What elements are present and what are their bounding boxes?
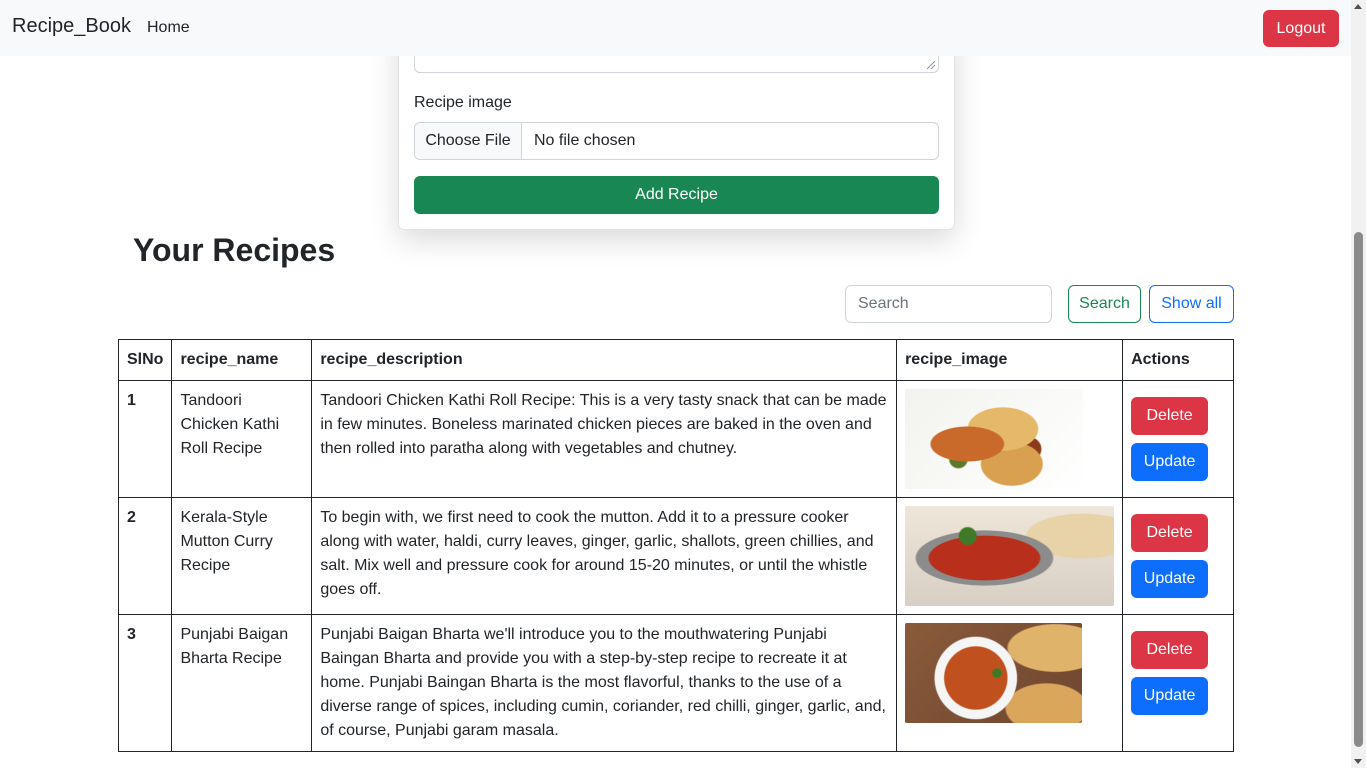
table-row: 1 Tandoori Chicken Kathi Roll Recipe Tan… (117, 380, 1234, 498)
add-recipe-button[interactable]: Add Recipe (414, 176, 939, 214)
row-recipe-image-cell (896, 380, 1124, 498)
row-actions: Delete Update (1122, 380, 1234, 498)
file-status-text: No file chosen (534, 132, 636, 149)
scroll-up-arrow-icon[interactable] (1354, 4, 1362, 9)
navbar: Recipe_Book Home Logout (0, 0, 1351, 56)
row-recipe-name: Tandoori Chicken Kathi Roll Recipe (171, 380, 313, 498)
delete-button[interactable]: Delete (1131, 514, 1209, 552)
resize-grip-icon[interactable] (927, 61, 935, 69)
row-recipe-description: Punjabi Baigan Bharta we'll introduce yo… (311, 614, 898, 752)
update-button[interactable]: Update (1131, 443, 1209, 481)
recipe-image-label: Recipe image (414, 94, 512, 111)
row-recipe-name: Kerala-Style Mutton Curry Recipe (171, 497, 313, 615)
scroll-down-arrow-icon[interactable] (1354, 759, 1362, 764)
delete-button[interactable]: Delete (1131, 631, 1209, 669)
row-slno: 3 (117, 614, 173, 752)
scroll-thumb[interactable] (1354, 232, 1363, 747)
header-recipe-image: recipe_image (896, 339, 1124, 381)
page-title: Your Recipes (133, 232, 336, 268)
update-button[interactable]: Update (1131, 677, 1209, 715)
recipe-image (905, 623, 1083, 723)
recipe-image (905, 389, 1084, 489)
row-recipe-name: Punjabi Baigan Bharta Recipe (171, 614, 313, 752)
recipes-table: SlNo recipe_name recipe_description reci… (117, 339, 1234, 752)
table-row: 2 Kerala-Style Mutton Curry Recipe To be… (117, 497, 1234, 615)
show-all-button[interactable]: Show all (1149, 285, 1234, 323)
table-row: 3 Punjabi Baigan Bharta Recipe Punjabi B… (117, 614, 1234, 752)
search-input[interactable] (845, 285, 1052, 323)
page-scrollbar[interactable] (1351, 0, 1366, 768)
delete-button[interactable]: Delete (1131, 397, 1209, 435)
row-recipe-description: To begin with, we first need to cook the… (311, 497, 898, 615)
row-recipe-image-cell (896, 497, 1124, 615)
nav-home-link[interactable]: Home (147, 19, 190, 37)
choose-file-button[interactable]: Choose File (415, 123, 522, 159)
table-header-row: SlNo recipe_name recipe_description reci… (117, 339, 1234, 381)
header-slno: SlNo (117, 339, 173, 381)
brand-link[interactable]: Recipe_Book (12, 15, 131, 38)
row-recipe-description: Tandoori Chicken Kathi Roll Recipe: This… (311, 380, 898, 498)
search-button[interactable]: Search (1068, 285, 1141, 323)
header-actions: Actions (1122, 339, 1234, 381)
header-recipe-description: recipe_description (311, 339, 898, 381)
recipe-image (905, 506, 1115, 606)
row-slno: 2 (117, 497, 173, 615)
header-recipe-name: recipe_name (171, 339, 313, 381)
row-actions: Delete Update (1122, 614, 1234, 752)
row-recipe-image-cell (896, 614, 1124, 752)
logout-button[interactable]: Logout (1263, 10, 1339, 47)
row-actions: Delete Update (1122, 497, 1234, 615)
row-slno: 1 (117, 380, 173, 498)
update-button[interactable]: Update (1131, 560, 1209, 598)
recipe-image-file-input[interactable]: Choose File No file chosen (414, 122, 939, 160)
